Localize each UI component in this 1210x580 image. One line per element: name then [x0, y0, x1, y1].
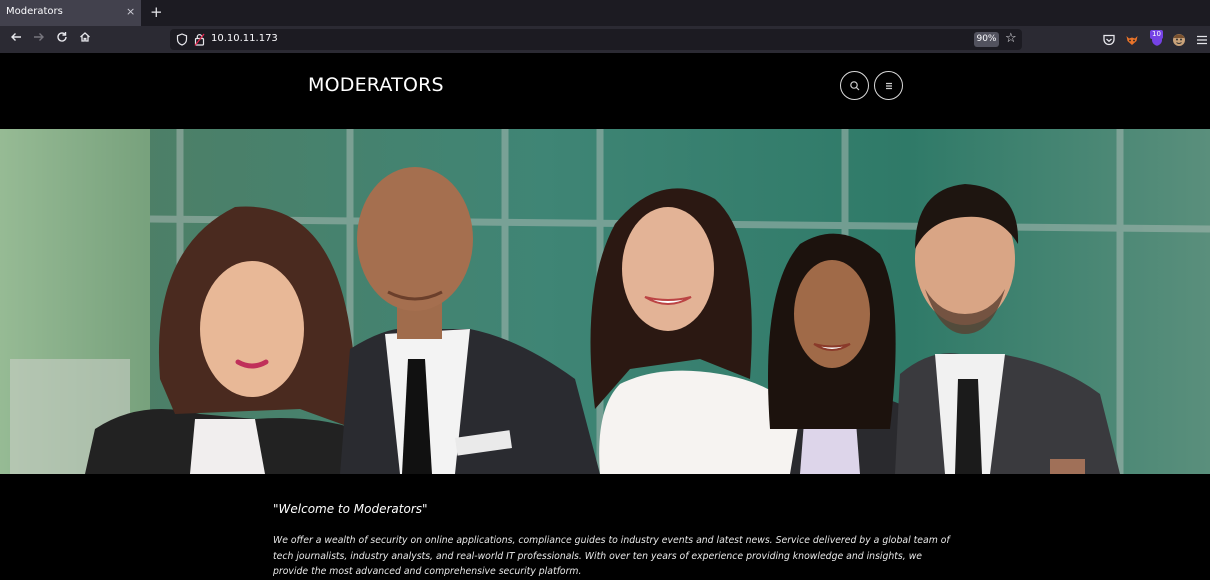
- intro-paragraph: We offer a wealth of security on online …: [273, 535, 950, 577]
- lock-icon[interactable]: [194, 33, 205, 46]
- welcome-section: "Welcome to Moderators" We offer a wealt…: [0, 474, 1210, 580]
- browser-toolbar: 10.10.11.173 90% ☆ 10: [0, 26, 1210, 53]
- search-icon: [850, 81, 860, 91]
- new-tab-icon[interactable]: +: [150, 3, 163, 21]
- menu-button[interactable]: [874, 71, 903, 100]
- extension-badge: 10: [1150, 30, 1163, 39]
- tab-title: Moderators: [6, 6, 63, 17]
- site-logo[interactable]: MODERATORS: [308, 74, 444, 96]
- hero-image: [0, 129, 1210, 474]
- reload-icon[interactable]: [53, 31, 71, 49]
- browser-tab-strip: Moderators × +: [0, 0, 1210, 26]
- star-icon[interactable]: ☆: [1005, 31, 1017, 47]
- pocket-icon[interactable]: [1102, 33, 1116, 47]
- team-photo: [0, 129, 1210, 474]
- fox-extension-icon[interactable]: [1125, 33, 1139, 47]
- menu-icon: [886, 82, 892, 90]
- shield-icon[interactable]: [176, 33, 188, 46]
- browser-tab[interactable]: Moderators ×: [0, 0, 141, 26]
- menu-icon[interactable]: [1195, 33, 1209, 47]
- tab-close-icon[interactable]: ×: [126, 5, 135, 19]
- url-bar[interactable]: 10.10.11.173 90% ☆: [170, 29, 1022, 50]
- search-button[interactable]: [840, 71, 869, 100]
- avatar-extension-icon[interactable]: [1172, 33, 1186, 47]
- zoom-badge[interactable]: 90%: [974, 32, 999, 47]
- url-text[interactable]: 10.10.11.173: [211, 33, 278, 44]
- home-icon[interactable]: [76, 31, 94, 49]
- back-icon[interactable]: [7, 31, 25, 49]
- welcome-heading: "Welcome to Moderators": [273, 502, 428, 516]
- forward-icon[interactable]: [30, 31, 48, 49]
- site-header: MODERATORS: [0, 53, 1210, 129]
